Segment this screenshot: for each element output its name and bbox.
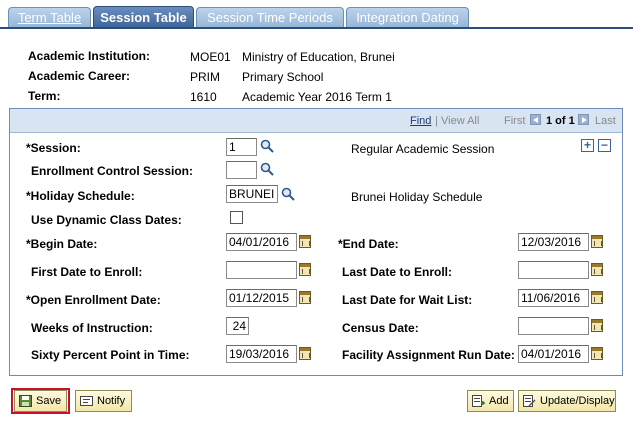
- holiday-schedule-lookup-icon[interactable]: [281, 187, 295, 201]
- first-enroll-label: First Date to Enroll:: [31, 265, 143, 279]
- career-code: PRIM: [190, 70, 220, 84]
- end-date-label: *End Date:: [338, 237, 399, 251]
- holiday-schedule-description: Brunei Holiday Schedule: [351, 190, 483, 204]
- open-enrollment-input[interactable]: 01/12/2015: [226, 289, 297, 307]
- career-name: Primary School: [242, 70, 324, 84]
- previous-row-icon[interactable]: [530, 114, 541, 125]
- holiday-schedule-input[interactable]: BRUNEI: [226, 185, 278, 203]
- weeks-instruction-input[interactable]: 24: [226, 317, 249, 335]
- session-description: Regular Academic Session: [351, 142, 495, 156]
- begin-date-input[interactable]: 04/01/2016: [226, 233, 297, 251]
- facility-run-date-calendar-icon[interactable]: [591, 347, 603, 360]
- save-icon: [19, 395, 32, 407]
- wait-list-label: Last Date for Wait List:: [342, 293, 473, 307]
- scroll-area-header: Find | View All First 1 of 1 Last: [10, 109, 622, 133]
- institution-code: MOE01: [190, 50, 231, 64]
- term-name: Academic Year 2016 Term 1: [242, 90, 392, 104]
- last-enroll-calendar-icon[interactable]: [591, 263, 603, 276]
- add-button[interactable]: Add: [467, 390, 514, 412]
- tab-term-table[interactable]: Term Table: [8, 7, 91, 27]
- holiday-schedule-label: *Holiday Schedule:: [26, 189, 135, 203]
- last-enroll-label: Last Date to Enroll:: [342, 265, 453, 279]
- census-date-input[interactable]: [518, 317, 589, 335]
- row-count: 1 of 1: [546, 115, 575, 127]
- open-enrollment-calendar-icon[interactable]: [299, 291, 311, 304]
- last-label: Last: [595, 115, 616, 127]
- wait-list-input[interactable]: 11/06/2016: [518, 289, 589, 307]
- tab-underline: [0, 27, 633, 29]
- career-label: Academic Career:: [28, 69, 131, 83]
- term-label: Term:: [28, 89, 61, 103]
- sixty-percent-calendar-icon[interactable]: [299, 347, 311, 360]
- tab-bar: Term Table Session Table Session Time Pe…: [0, 0, 633, 29]
- census-date-calendar-icon[interactable]: [591, 319, 603, 332]
- dynamic-dates-label: Use Dynamic Class Dates:: [31, 213, 182, 227]
- next-row-icon[interactable]: [578, 114, 589, 125]
- session-label: *Session:: [26, 141, 81, 155]
- add-row-icon[interactable]: +: [581, 139, 594, 152]
- begin-date-label: *Begin Date:: [26, 237, 98, 251]
- facility-run-date-input[interactable]: 04/01/2016: [518, 345, 589, 363]
- find-link[interactable]: Find: [410, 115, 431, 127]
- notify-icon: [80, 396, 93, 406]
- update-display-button[interactable]: Update/Display: [518, 390, 616, 412]
- nav-separator: |: [435, 115, 438, 127]
- term-code: 1610: [190, 90, 217, 104]
- enrollment-control-lookup-icon[interactable]: [260, 162, 274, 176]
- enrollment-control-input[interactable]: [226, 161, 257, 179]
- first-enroll-input[interactable]: [226, 261, 297, 279]
- enrollment-control-label: Enrollment Control Session:: [31, 164, 194, 178]
- add-icon: [472, 395, 485, 407]
- first-enroll-calendar-icon[interactable]: [299, 263, 311, 276]
- tab-integration-dating[interactable]: Integration Dating: [346, 7, 469, 27]
- institution-label: Academic Institution:: [28, 49, 151, 63]
- weeks-instruction-label: Weeks of Instruction:: [31, 321, 153, 335]
- sixty-percent-input[interactable]: 19/03/2016: [226, 345, 297, 363]
- dynamic-dates-checkbox[interactable]: [230, 211, 243, 224]
- update-display-icon: [523, 395, 536, 407]
- tab-session-table[interactable]: Session Table: [93, 6, 194, 29]
- end-date-input[interactable]: 12/03/2016: [518, 233, 589, 251]
- end-date-calendar-icon[interactable]: [591, 235, 603, 248]
- facility-run-date-label: Facility Assignment Run Date:: [342, 348, 515, 362]
- wait-list-calendar-icon[interactable]: [591, 291, 603, 304]
- institution-name: Ministry of Education, Brunei: [242, 50, 395, 64]
- notify-button[interactable]: Notify: [75, 390, 132, 412]
- sixty-percent-label: Sixty Percent Point in Time:: [31, 348, 190, 362]
- session-lookup-icon[interactable]: [260, 139, 274, 153]
- session-input[interactable]: 1: [226, 138, 257, 156]
- first-label: First: [504, 115, 526, 127]
- save-button[interactable]: Save: [14, 390, 67, 412]
- tab-session-time-periods[interactable]: Session Time Periods: [196, 7, 344, 27]
- begin-date-calendar-icon[interactable]: [299, 235, 311, 248]
- delete-row-icon[interactable]: −: [598, 139, 611, 152]
- last-enroll-input[interactable]: [518, 261, 589, 279]
- census-date-label: Census Date:: [342, 321, 419, 335]
- view-all-link[interactable]: View All: [441, 115, 479, 127]
- open-enrollment-label: *Open Enrollment Date:: [26, 293, 161, 307]
